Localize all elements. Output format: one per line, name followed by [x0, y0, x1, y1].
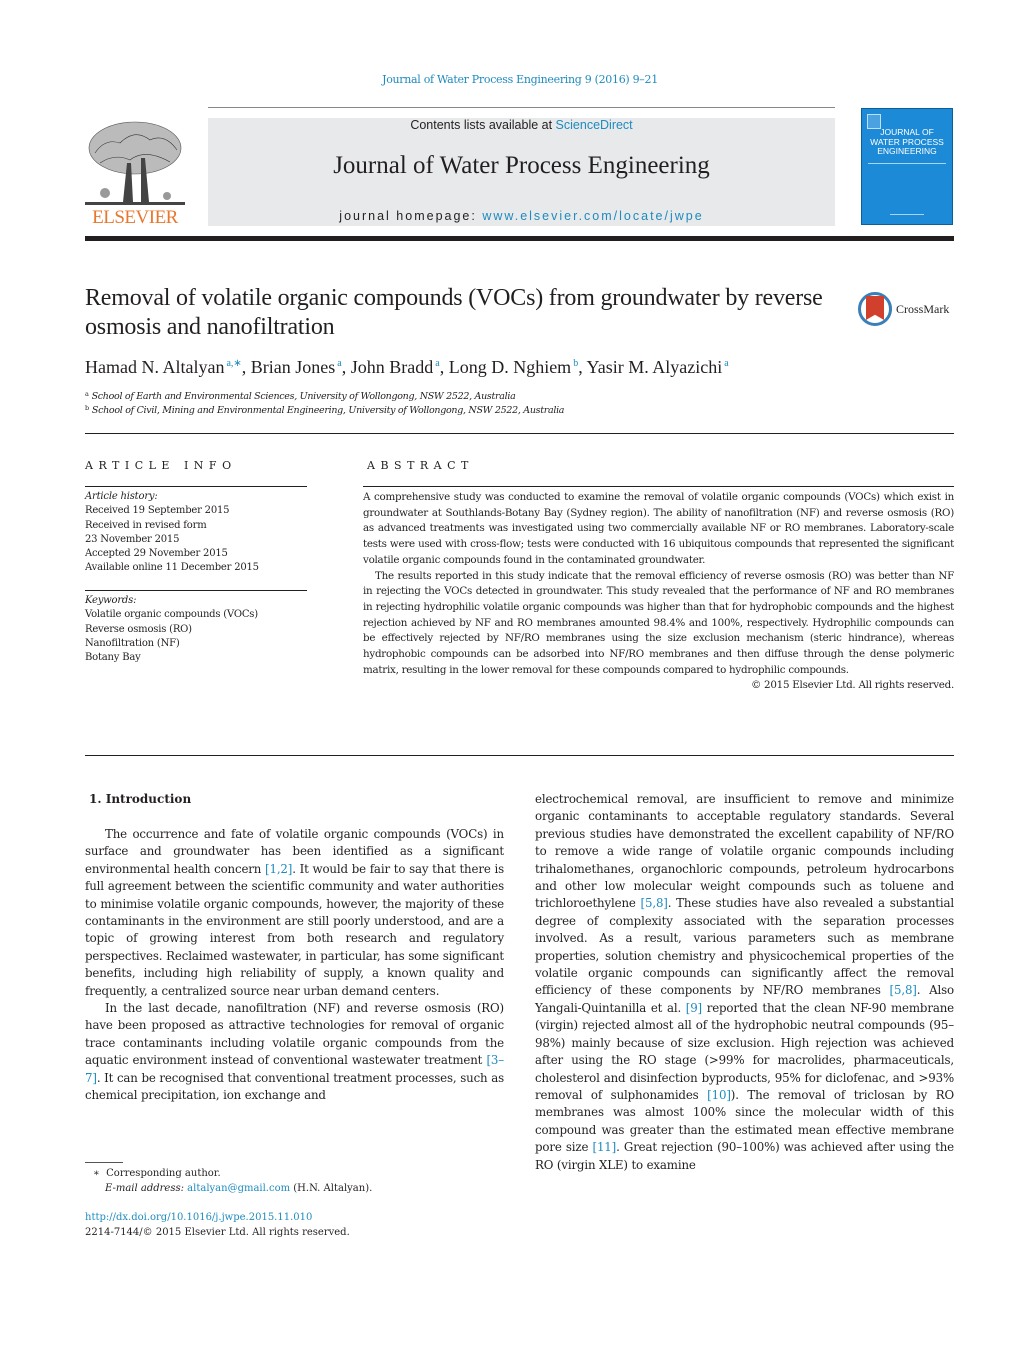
email-label: E-mail address: — [105, 1183, 184, 1194]
sciencedirect-link[interactable]: ScienceDirect — [556, 118, 633, 132]
body-right-column: electrochemical removal, are insufficien… — [535, 791, 954, 1174]
journal-banner: Contents lists available at ScienceDirec… — [208, 118, 835, 226]
citation-link[interactable]: [1,2] — [265, 862, 292, 876]
keyword: Nanofiltration (NF) — [85, 637, 180, 649]
author-name: Hamad N. Altalyan — [85, 357, 225, 377]
author[interactable]: Brian Jones a — [251, 357, 342, 377]
author-separator: , — [439, 357, 449, 377]
abstract-paragraph: A comprehensive study was conducted to e… — [363, 491, 954, 566]
article-info-rule — [85, 486, 307, 487]
corresponding-mark: ∗ — [93, 1168, 100, 1179]
title-block-rule — [85, 433, 954, 434]
citation-link[interactable]: [11] — [593, 1140, 617, 1154]
email-note: E-mail address: altalyan@gmail.com (H.N.… — [105, 1182, 525, 1197]
article-title: Removal of volatile organic compounds (V… — [85, 285, 823, 340]
body-text: . It would be fair to say that there is … — [85, 861, 504, 998]
contents-line: Contents lists available at ScienceDirec… — [208, 118, 835, 132]
author[interactable]: Yasir M. Alyazichi a — [587, 357, 729, 377]
email-link[interactable]: altalyan@gmail.com — [187, 1183, 290, 1194]
article-history: Article history: Received 19 September 2… — [85, 490, 307, 576]
cover-title-line: ENGINEERING — [877, 146, 937, 156]
citation-link[interactable]: [5,8] — [890, 983, 917, 997]
author-name: Yasir M. Alyazichi — [586, 357, 723, 377]
body-text: reported that the clean NF-90 membrane (… — [535, 1000, 954, 1102]
affiliation-mark: a — [85, 390, 89, 398]
author-name: Brian Jones — [250, 357, 336, 377]
journal-name: Journal of Water Process Engineering — [333, 152, 710, 179]
article-history-label: Article history: — [85, 491, 158, 502]
body-paragraph: The occurrence and fate of volatile orga… — [85, 826, 504, 1000]
abstract-bottom-rule — [85, 755, 954, 756]
body-left-column: The occurrence and fate of volatile orga… — [85, 826, 504, 1105]
article-info-heading: ARTICLE INFO — [85, 459, 237, 472]
body-paragraph: electrochemical removal, are insufficien… — [535, 791, 954, 1174]
elsevier-wordmark: ELSEVIER — [92, 207, 178, 228]
author-separator: , — [341, 357, 351, 377]
affiliation-text: School of Earth and Environmental Scienc… — [91, 391, 516, 402]
keyword: Botany Bay — [85, 652, 141, 664]
doi-link[interactable]: http://dx.doi.org/10.1016/j.jwpe.2015.11… — [85, 1212, 312, 1223]
affiliation-mark: b — [85, 404, 89, 412]
journal-cover-image[interactable]: JOURNAL OF WATER PROCESS ENGINEERING — [861, 108, 953, 225]
corresponding-text: Corresponding author. — [106, 1168, 221, 1179]
author-name: Long D. Nghiem — [448, 357, 572, 377]
crossmark-button[interactable]: CrossMark — [858, 292, 958, 330]
homepage-prefix: journal homepage: — [339, 209, 483, 223]
body-text: . It can be recognised that conventional… — [85, 1070, 504, 1103]
section-heading-introduction: 1. Introduction — [89, 792, 192, 806]
contents-prefix: Contents lists available at — [410, 118, 556, 132]
abstract-body: A comprehensive study was conducted to e… — [363, 490, 954, 694]
homepage-line: journal homepage: www.elsevier.com/locat… — [208, 209, 835, 223]
keywords-rule — [85, 590, 307, 591]
header-rule — [208, 107, 835, 108]
keyword: Volatile organic compounds (VOCs) — [85, 609, 258, 621]
author-separator: , — [241, 357, 251, 377]
author-list: Hamad N. Altalyan a,∗, Brian Jones a, John… — [85, 357, 955, 378]
cover-title: JOURNAL OF WATER PROCESS ENGINEERING — [862, 127, 952, 157]
email-suffix: (H.N. Altalyan). — [290, 1183, 373, 1194]
author-affiliation-mark[interactable]: a — [724, 358, 728, 369]
keywords-label: Keywords: — [85, 595, 137, 606]
journal-reference[interactable]: Journal of Water Process Engineering 9 (… — [0, 73, 1020, 86]
cover-divider — [868, 163, 946, 167]
header-thick-rule — [85, 236, 954, 241]
abstract-rule — [363, 486, 954, 487]
history-item: Received 19 September 2015 — [85, 505, 230, 517]
author-separator: , — [578, 357, 587, 377]
corresponding-author-note: ∗ Corresponding author. — [93, 1167, 513, 1182]
affiliation-text: School of Civil, Mining and Environmenta… — [91, 405, 565, 416]
tree-icon — [85, 121, 185, 205]
cover-publisher-icon — [867, 114, 881, 129]
issn-line: 2214-7144/© 2015 Elsevier Ltd. All right… — [85, 1227, 350, 1238]
author[interactable]: John Bradd a — [351, 357, 440, 377]
history-item: Accepted 29 November 2015 — [85, 548, 228, 560]
author[interactable]: Long D. Nghiem b — [449, 357, 578, 377]
abstract-heading: ABSTRACT — [367, 459, 474, 472]
keywords: Keywords: Volatile organic compounds (VO… — [85, 594, 307, 665]
affiliation: b School of Civil, Mining and Environment… — [85, 404, 955, 416]
citation-link[interactable]: [9] — [686, 1001, 702, 1015]
citation-link[interactable]: [10] — [707, 1088, 731, 1102]
history-item: Available online 11 December 2015 — [85, 562, 259, 574]
elsevier-logo[interactable]: ELSEVIER — [85, 115, 185, 228]
history-item: Received in revised form — [85, 519, 207, 531]
abstract-copyright: © 2015 Elsevier Ltd. All rights reserved… — [750, 679, 954, 692]
author[interactable]: Hamad N. Altalyan a,∗ — [85, 357, 242, 377]
doi-line: http://dx.doi.org/10.1016/j.jwpe.2015.11… — [85, 1211, 505, 1226]
crossmark-label: CrossMark — [896, 302, 950, 316]
body-text: electrochemical removal, are insufficien… — [535, 792, 954, 911]
body-paragraph: In the last decade, nanofiltration (NF) … — [85, 1000, 504, 1104]
history-item: 23 November 2015 — [85, 533, 180, 545]
citation-link[interactable]: [5,8] — [641, 896, 668, 910]
affiliation: a School of Earth and Environmental Scien… — [85, 390, 955, 402]
footnote-rule — [85, 1162, 123, 1163]
author-name: John Bradd — [350, 357, 434, 377]
author-affiliation-mark[interactable]: a,∗ — [226, 358, 241, 369]
body-text: In the last decade, nanofiltration (NF) … — [85, 1001, 504, 1068]
cover-footer-line — [890, 214, 924, 215]
abstract-paragraph: The results reported in this study indic… — [363, 569, 954, 676]
keyword: Reverse osmosis (RO) — [85, 623, 192, 635]
journal-homepage-link[interactable]: www.elsevier.com/locate/jwpe — [482, 209, 703, 223]
